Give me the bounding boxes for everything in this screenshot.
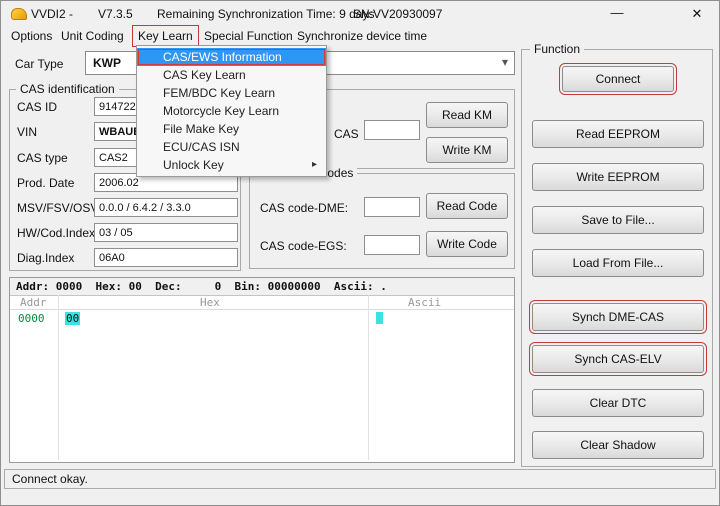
msv-fsv-osv-field[interactable]: 0.0.0 / 6.4.2 / 3.3.0 [94, 198, 238, 217]
hw-cod-index-row: HW/Cod.Index 03 / 05 [10, 223, 240, 243]
menu-item-cas-ews-information[interactable]: CAS/EWS Information [137, 48, 326, 66]
menu-item-motorcycle-key-learn[interactable]: Motorcycle Key Learn [137, 102, 326, 120]
cas-id-value: 914722 [99, 100, 136, 113]
key-learn-dropdown-menu: CAS/EWS Information CAS Key Learn FEM/BD… [136, 45, 327, 177]
menu-options[interactable]: Options [7, 27, 56, 45]
hw-cod-index-label: HW/Cod.Index [17, 226, 96, 240]
app-window: VVDI2 - V7.3.5 Remaining Synchronization… [0, 0, 720, 506]
read-km-button[interactable]: Read KM [426, 102, 508, 128]
status-text: Connect okay. [12, 472, 88, 486]
menu-item-unlock-key[interactable]: Unlock Key ▸ [137, 156, 326, 174]
submenu-arrow-icon: ▸ [311, 159, 317, 170]
synch-dme-cas-button[interactable]: Synch DME-CAS [529, 300, 707, 334]
status-bar: Connect okay. [4, 469, 716, 489]
clear-shadow-button[interactable]: Clear Shadow [532, 431, 704, 459]
hex-row: 0000 00 [10, 312, 514, 325]
write-km-button[interactable]: Write KM [426, 137, 508, 163]
cas-code-dme-field[interactable] [364, 197, 420, 217]
synch-cas-elv-button[interactable]: Synch CAS-ELV [529, 342, 707, 376]
menu-synchronize-device-time[interactable]: Synchronize device time [293, 27, 431, 45]
hw-cod-index-field[interactable]: 03 / 05 [94, 223, 238, 242]
cas-id-label: CAS ID [17, 100, 58, 114]
cas-type-label: CAS type [17, 151, 68, 165]
menu-bar: Options Unit Coding Key Learn Special Fu… [1, 25, 719, 47]
msv-fsv-osv-value: 0.0.0 / 6.4.2 / 3.3.0 [99, 201, 191, 214]
close-icon[interactable]: ✕ [687, 6, 707, 22]
hex-col-ascii: Ascii [408, 296, 442, 309]
menu-special-function[interactable]: Special Function [200, 27, 297, 45]
menu-item-file-make-key[interactable]: File Make Key [137, 120, 326, 138]
menu-key-learn[interactable]: Key Learn [132, 25, 199, 47]
prod-date-label: Prod. Date [17, 176, 75, 190]
hex-selected-byte[interactable]: 00 [65, 312, 81, 325]
cas-code-egs-label: CAS code-EGS: [260, 239, 347, 253]
diag-index-label: Diag.Index [17, 251, 75, 265]
ascii-cursor [376, 312, 383, 324]
msv-fsv-osv-label: MSV/FSV/OSV [17, 201, 99, 215]
cas-code-dme-label: CAS code-DME: [260, 201, 349, 215]
read-code-button[interactable]: Read Code [426, 193, 508, 219]
vin-label: VIN [17, 125, 38, 139]
diag-index-row: Diag.Index 06A0 [10, 248, 240, 268]
hex-col-hex: Hex [200, 296, 220, 309]
title-bar: VVDI2 - V7.3.5 Remaining Synchronization… [1, 1, 719, 27]
vvdi2-logo-icon [11, 8, 27, 20]
window-title: VVDI2 - [31, 7, 74, 21]
hex-col-addr: Addr [20, 296, 47, 309]
synchronization-codes-group: on Codes CAS code-DME: Read Code CAS cod… [249, 166, 515, 269]
hex-column-headers: Addr Hex Ascii [10, 296, 514, 310]
car-type-label: Car Type [15, 57, 64, 71]
app-version: V7.3.5 [98, 7, 133, 21]
cas-identification-title: CAS identification [16, 82, 119, 96]
cas-code-egs-field[interactable] [364, 235, 420, 255]
sync-time-remaining: Remaining Synchronization Time: 9 days [157, 7, 375, 21]
hex-grid[interactable]: 0000 00 [10, 295, 514, 460]
menu-unit-coding[interactable]: Unit Coding [57, 27, 128, 45]
menu-item-fem-bdc-key-learn[interactable]: FEM/BDC Key Learn [137, 84, 326, 102]
write-eeprom-button[interactable]: Write EEPROM [532, 163, 704, 191]
cas-type-value: CAS2 [99, 151, 128, 164]
connect-button[interactable]: Connect [559, 63, 677, 95]
hex-viewer: Addr: 0000 Hex: 00 Dec: 0 Bin: 00000000 … [9, 277, 515, 463]
menu-item-ecu-cas-isn[interactable]: ECU/CAS ISN [137, 138, 326, 156]
km-field[interactable] [364, 120, 420, 140]
cas-km-label: CAS [334, 127, 359, 141]
write-code-button[interactable]: Write Code [426, 231, 508, 257]
read-eeprom-button[interactable]: Read EEPROM [532, 120, 704, 148]
hex-row-address: 0000 [18, 312, 45, 325]
diag-index-value: 06A0 [99, 251, 125, 264]
unlock-key-label: Unlock Key [163, 158, 224, 172]
minimize-icon[interactable]: — [607, 5, 627, 20]
hex-info-line: Addr: 0000 Hex: 00 Dec: 0 Bin: 00000000 … [10, 278, 514, 296]
load-from-file-button[interactable]: Load From File... [532, 249, 704, 277]
save-to-file-button[interactable]: Save to File... [532, 206, 704, 234]
prod-date-value: 2006.02 [99, 176, 139, 189]
function-panel: Function Connect Read EEPROM Write EEPRO… [521, 42, 713, 467]
vin-value: WBAUE [99, 125, 141, 138]
msv-fsv-osv-row: MSV/FSV/OSV 0.0.0 / 6.4.2 / 3.3.0 [10, 198, 240, 218]
clear-dtc-button[interactable]: Clear DTC [532, 389, 704, 417]
hw-cod-index-value: 03 / 05 [99, 226, 133, 239]
chevron-down-icon: ▾ [501, 55, 508, 69]
serial-number: SN:VV20930097 [353, 7, 443, 21]
diag-index-field[interactable]: 06A0 [94, 248, 238, 267]
function-panel-title: Function [530, 42, 585, 56]
menu-item-cas-key-learn[interactable]: CAS Key Learn [137, 66, 326, 84]
car-type-value: KWP [93, 56, 121, 70]
